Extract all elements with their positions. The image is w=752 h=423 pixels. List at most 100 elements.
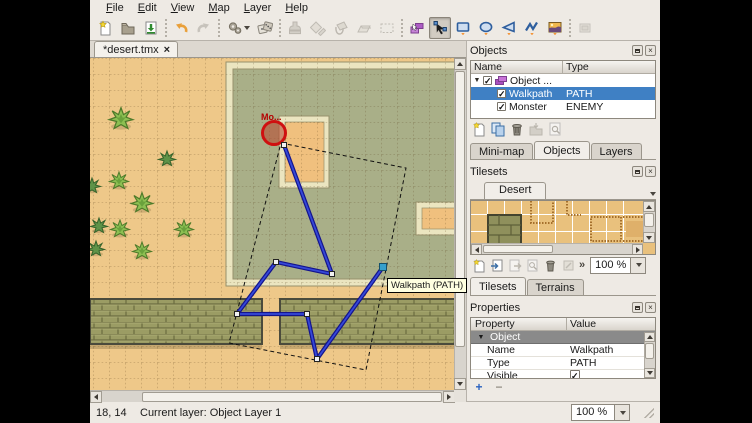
vscroll-thumb[interactable] <box>645 343 654 359</box>
map-zoom-dropdown[interactable] <box>615 404 630 421</box>
map-zoom-combo[interactable]: 100 % <box>571 404 630 421</box>
tab-terrains[interactable]: Terrains <box>527 279 584 295</box>
property-value[interactable]: Walkpath <box>567 344 655 356</box>
map-hscrollbar[interactable] <box>90 390 455 402</box>
panel-float-icon[interactable] <box>632 302 643 313</box>
tab-minimap[interactable]: Mini-map <box>470 143 533 159</box>
property-row-name[interactable]: Name Walkpath <box>471 344 655 357</box>
scroll-up-button[interactable] <box>643 201 655 212</box>
eraser-icon[interactable] <box>353 17 375 39</box>
property-group-object[interactable]: ▼ Object <box>471 331 655 344</box>
menu-edit[interactable]: Edit <box>132 1 163 15</box>
objects-tree-header[interactable]: Name Type <box>471 61 655 74</box>
panel-close-icon[interactable]: × <box>645 45 656 56</box>
hscroll-thumb[interactable] <box>142 392 442 402</box>
export-tileset-icon[interactable] <box>507 258 522 273</box>
hscroll-thumb[interactable] <box>483 245 553 253</box>
panel-float-icon[interactable] <box>632 166 643 177</box>
menu-layer[interactable]: Layer <box>238 1 278 15</box>
import-tileset-icon[interactable] <box>489 258 504 273</box>
column-type[interactable]: Type <box>563 61 655 73</box>
menu-file[interactable]: File <box>100 1 130 15</box>
monster-row[interactable]: ✓ Monster ENEMY <box>471 100 655 113</box>
column-name[interactable]: Name <box>471 61 563 73</box>
dice-icon[interactable] <box>254 17 276 39</box>
map-vscrollbar[interactable] <box>454 58 466 390</box>
property-row-visible[interactable]: Visible ✓ <box>471 370 655 379</box>
column-property[interactable]: Property <box>471 318 567 330</box>
open-file-icon[interactable] <box>117 17 139 39</box>
move-objects-to-layer-icon[interactable] <box>528 121 544 137</box>
undo-icon[interactable] <box>170 17 192 39</box>
scroll-down-button[interactable] <box>643 232 655 243</box>
tileset-zoom-value[interactable]: 100 % <box>590 257 631 274</box>
walkpath-row[interactable]: ✓ Walkpath PATH <box>471 87 655 100</box>
tileset-zoom-dropdown[interactable] <box>631 257 646 274</box>
tileset-list-dropdown-icon[interactable] <box>650 192 656 196</box>
bucket-fill-icon[interactable] <box>330 17 352 39</box>
insert-tile-object-icon[interactable] <box>544 17 566 39</box>
insert-polyline-icon[interactable] <box>521 17 543 39</box>
select-objects-icon[interactable] <box>406 17 428 39</box>
window-resize-grip[interactable] <box>644 408 654 418</box>
visibility-checkbox[interactable]: ✓ <box>497 89 506 98</box>
tab-desert-tileset[interactable]: Desert <box>484 182 546 199</box>
expander-icon[interactable]: ▼ <box>471 77 483 84</box>
scroll-left-button[interactable] <box>471 244 482 255</box>
panel-float-icon[interactable] <box>632 45 643 56</box>
tab-layers[interactable]: Layers <box>591 143 642 159</box>
tileset-view[interactable] <box>470 200 656 255</box>
menu-map[interactable]: Map <box>202 1 235 15</box>
insert-polygon-icon[interactable] <box>498 17 520 39</box>
new-tileset-icon[interactable] <box>471 258 486 273</box>
duplicate-objects-icon[interactable] <box>490 121 506 137</box>
remove-object-icon[interactable] <box>509 121 525 137</box>
object-layer-row[interactable]: ▼ ✓ Object ... <box>471 74 655 87</box>
remove-tileset-icon[interactable] <box>543 258 558 273</box>
toolbar-overflow-chevron[interactable]: » <box>579 259 585 271</box>
vscroll-thumb[interactable] <box>455 71 465 347</box>
visibility-checkbox[interactable]: ✓ <box>497 102 506 111</box>
scroll-down-button[interactable] <box>644 368 655 378</box>
visible-checkbox[interactable]: ✓ <box>570 370 580 379</box>
terrain-brush-icon[interactable] <box>307 17 329 39</box>
insert-rectangle-icon[interactable] <box>452 17 474 39</box>
vscroll-thumb[interactable] <box>644 213 654 227</box>
object-properties-icon[interactable] <box>547 121 563 137</box>
rectangular-select-icon[interactable] <box>376 17 398 39</box>
tab-tilesets[interactable]: Tilesets <box>470 277 526 295</box>
column-value[interactable]: Value <box>567 318 655 330</box>
scroll-right-button[interactable] <box>632 244 643 255</box>
selected-handle[interactable] <box>380 264 387 271</box>
edit-polygons-icon[interactable] <box>429 17 451 39</box>
panel-close-icon[interactable]: × <box>645 302 656 313</box>
visibility-checkbox[interactable]: ✓ <box>483 76 492 85</box>
tab-close-icon[interactable]: × <box>164 44 170 56</box>
stamp-brush-icon[interactable] <box>284 17 306 39</box>
properties-header[interactable]: Property Value <box>471 318 655 331</box>
redo-icon[interactable] <box>193 17 215 39</box>
menu-help[interactable]: Help <box>279 1 314 15</box>
property-row-type[interactable]: Type PATH <box>471 357 655 370</box>
panel-close-icon[interactable]: × <box>645 166 656 177</box>
new-file-icon[interactable] <box>94 17 116 39</box>
tileset-zoom-combo[interactable]: 100 % <box>590 257 646 274</box>
tileset-hscrollbar[interactable] <box>471 243 643 254</box>
menu-view[interactable]: View <box>165 1 201 15</box>
edit-terrain-icon[interactable] <box>561 258 576 273</box>
scroll-up-button[interactable] <box>454 58 466 70</box>
tab-objects[interactable]: Objects <box>534 141 589 159</box>
tab-desert-tmx[interactable]: *desert.tmx × <box>94 41 178 57</box>
random-mode-icon[interactable] <box>223 17 253 39</box>
add-property-button[interactable]: + <box>471 381 487 394</box>
add-object-layer-icon[interactable] <box>471 121 487 137</box>
map-canvas[interactable]: Mo... <box>90 58 455 390</box>
save-file-icon[interactable] <box>140 17 162 39</box>
scroll-up-button[interactable] <box>644 332 655 342</box>
remove-property-button[interactable]: − <box>491 381 507 394</box>
scroll-down-button[interactable] <box>454 378 466 390</box>
tileset-properties-icon[interactable] <box>525 258 540 273</box>
map-zoom-value[interactable]: 100 % <box>571 404 615 421</box>
scroll-left-button[interactable] <box>90 391 102 403</box>
misc-disabled-icon[interactable] <box>574 17 596 39</box>
